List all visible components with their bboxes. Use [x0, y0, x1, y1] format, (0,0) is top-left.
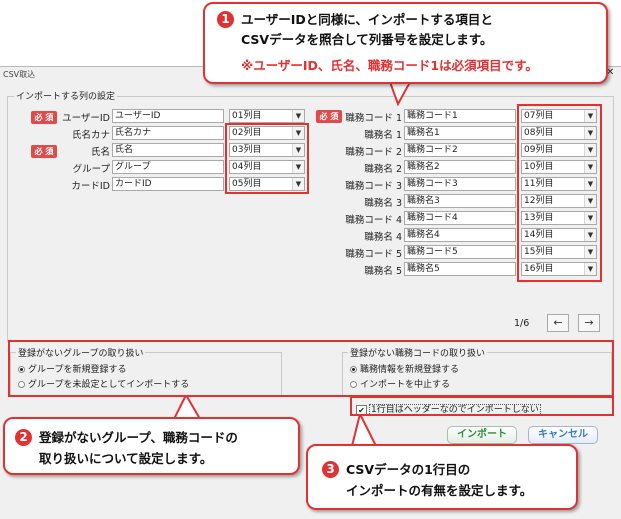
label-group: グループ: [72, 164, 110, 175]
label-name-kana: 氏名カナ: [71, 130, 110, 141]
label-card-id: カードID: [71, 181, 110, 192]
label-job-field: 職務コード 1: [345, 113, 402, 124]
label-job-field: 職務名 1: [364, 130, 402, 141]
field-card-id: カードID: [112, 177, 224, 191]
next-page-button[interactable]: →: [578, 314, 600, 332]
field-group: グループ: [112, 160, 224, 174]
callout-1-line2: CSVデータを照合して列番号を設定します。: [241, 32, 493, 47]
select-user-id-value: 01列目: [232, 111, 262, 121]
cancel-button[interactable]: キャンセル: [528, 426, 598, 444]
callout-1: 1 ユーザーIDと同様に、インポートする項目と CSVデータを照合して列番号を設…: [203, 2, 608, 84]
field-job: 職務名1: [404, 126, 516, 140]
callout-2: 2 登録がないグループ、職務コードの 取り扱いについて設定します。: [3, 417, 300, 475]
field-job: 職務コード2: [404, 143, 516, 157]
label-job-field: 職務コード 5: [345, 249, 402, 260]
label-user-id: ユーザーID: [62, 113, 110, 124]
field-job: 職務名3: [404, 194, 516, 208]
callout-2-line1: 登録がないグループ、職務コードの: [39, 430, 238, 445]
callout-1-pointer: [388, 82, 412, 106]
field-job: 職務名2: [404, 160, 516, 174]
highlight-right-columns: [517, 104, 602, 282]
callout-3-line1: CSVデータの1行目の: [346, 462, 471, 477]
select-user-id-column[interactable]: 01列目 ▼: [229, 109, 305, 123]
field-job: 職務コード3: [404, 177, 516, 191]
field-job: 職務名4: [404, 228, 516, 242]
page-indicator: 1/6: [514, 318, 530, 329]
arrow-right-icon: →: [584, 316, 594, 329]
label-job-field: 職務コード 4: [345, 215, 402, 226]
callout-3: 3 CSVデータの1行目の インポートの有無を設定します。: [306, 444, 578, 510]
callout-1-number: 1: [217, 11, 234, 28]
field-job: 職務コード1: [404, 109, 516, 123]
callout-2-number: 2: [15, 429, 32, 446]
field-name: 氏名: [112, 143, 224, 157]
field-job: 職務コード4: [404, 211, 516, 225]
label-name: 氏名: [90, 147, 110, 158]
prev-page-button[interactable]: ←: [547, 314, 569, 332]
callout-3-number: 3: [322, 461, 339, 478]
chevron-down-icon: ▼: [292, 110, 304, 122]
highlight-left-columns: [225, 123, 309, 194]
import-button[interactable]: インポート: [447, 426, 517, 444]
label-job-field: 職務名 3: [364, 198, 402, 209]
arrow-left-icon: ←: [553, 316, 563, 329]
field-job: 職務名5: [404, 262, 516, 276]
column-settings-label: インポートする列の設定: [14, 89, 118, 102]
callout-3-pointer: [350, 414, 378, 447]
callout-1-line1: ユーザーIDと同様に、インポートする項目と: [241, 12, 493, 27]
callout-2-line2: 取り扱いについて設定します。: [39, 451, 213, 466]
highlight-unregistered-options: [8, 340, 614, 397]
field-user-id: ユーザーID: [112, 109, 224, 123]
highlight-header-checkbox: [350, 396, 614, 416]
label-job-field: 職務コード 2: [345, 147, 402, 158]
label-job-field: 職務名 4: [364, 232, 402, 243]
label-job-field: 職務名 5: [364, 266, 402, 277]
callout-3-line2: インポートの有無を設定します。: [346, 483, 533, 498]
callout-1-line3: ※ユーザーID、氏名、職務コード1は必須項目です。: [241, 58, 538, 73]
label-job-field: 職務名 2: [364, 164, 402, 175]
field-name-kana: 氏名カナ: [112, 126, 224, 140]
label-job-field: 職務コード 3: [345, 181, 402, 192]
field-job: 職務コード5: [404, 245, 516, 259]
window-title: CSV取込: [3, 70, 36, 79]
